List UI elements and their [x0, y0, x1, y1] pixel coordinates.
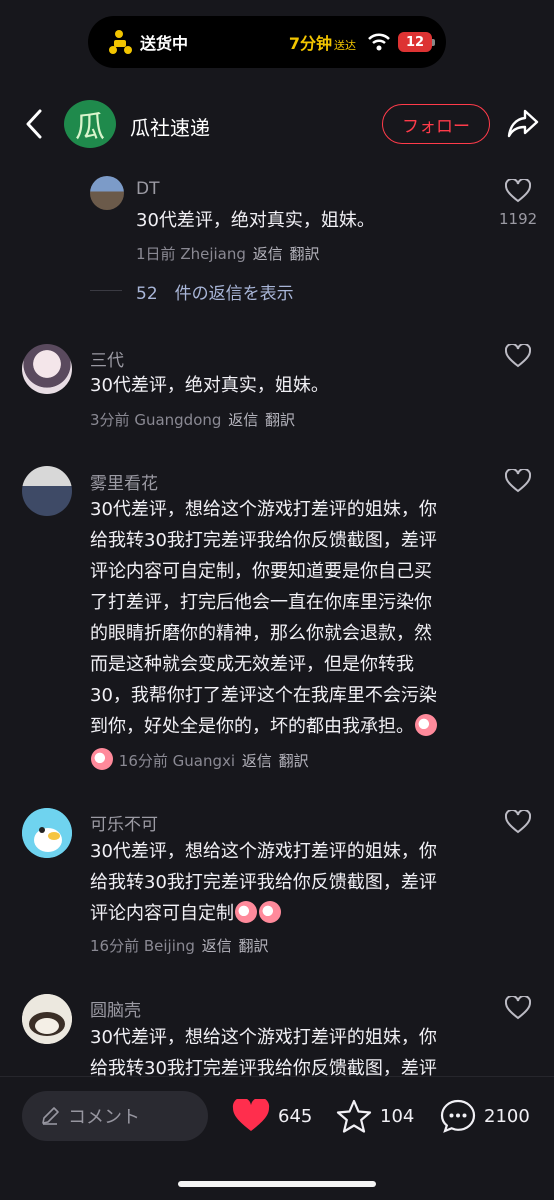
delivery-eta: 7分钟 送达 — [289, 30, 356, 54]
reply-button[interactable]: 返信 — [202, 937, 232, 955]
delivery-scooter-icon — [109, 30, 132, 54]
favorite-count: 104 — [380, 1105, 415, 1127]
comment-text: 30代差评，绝对真实，姐妹。 — [90, 375, 329, 396]
bottom-action-bar: コメント 645 104 2100 — [0, 1076, 554, 1200]
comment-username[interactable]: 可乐不可 — [90, 810, 158, 835]
back-arrow-icon[interactable] — [22, 108, 46, 140]
home-indicator[interactable] — [178, 1181, 376, 1187]
user-avatar[interactable] — [22, 344, 72, 394]
eta-suffix: 送达 — [334, 39, 356, 52]
translate-button[interactable]: 翻訳 — [265, 411, 295, 429]
comment-username[interactable]: 雾里看花 — [90, 469, 158, 494]
comment-count: 2100 — [484, 1105, 530, 1127]
comment-line: 了打差评，打完后他会一直在你库里污染你 — [90, 592, 432, 613]
duck-avatar-icon — [22, 808, 72, 858]
comment-line: 的眼睛折磨你的精神，那么你就会退款，然 — [90, 623, 432, 644]
pencil-icon — [42, 1107, 59, 1125]
view-replies-link[interactable]: 52 件の返信を表示 — [136, 279, 294, 304]
comment-text: 30代差评，想给这个游戏打差评的姐妹，你 给我转30我打完差评我给你反馈截图，差… — [90, 836, 437, 929]
delivery-status-label: 送货中 — [140, 34, 189, 53]
comment-meta: 3分前 Guangdong 返信 翻訳 — [90, 409, 295, 430]
channel-header: 瓜 瓜社速递 フォロー — [0, 96, 554, 152]
favorite-stat[interactable]: 104 — [336, 1099, 414, 1133]
peach-emoji-icon — [235, 901, 257, 923]
live-activity-island[interactable]: 送货中 7分钟 送达 12 — [88, 16, 446, 68]
comment-line: 30，我帮你打了差评这个在我库里不会污染 — [90, 685, 437, 706]
wifi-icon — [368, 33, 390, 51]
channel-avatar[interactable]: 瓜 — [64, 100, 116, 148]
comment-line: 30代差评，想给这个游戏打差评的姐妹，你 — [90, 499, 437, 520]
like-stat[interactable]: 645 — [232, 1099, 312, 1133]
comment-username[interactable]: DT — [136, 179, 159, 199]
peach-emoji-icon — [91, 748, 113, 770]
comment-line: 给我转30我打完差评我给你反馈截图，差评 — [90, 530, 437, 551]
eta-value: 7分钟 — [288, 34, 332, 53]
translate-button[interactable]: 翻訳 — [289, 245, 319, 263]
comment-meta: 16分前 Guangxi 返信 翻訳 — [90, 748, 309, 771]
cartoon-avatar-icon — [22, 994, 72, 1044]
reply-button[interactable]: 返信 — [242, 752, 272, 770]
share-icon[interactable] — [506, 108, 540, 138]
user-avatar[interactable] — [90, 176, 124, 210]
like-heart-icon[interactable] — [505, 810, 531, 834]
comment-text: 30代差评，想给这个游戏打差评的姐妹，你 给我转30我打完差评我给你反馈截图，差… — [90, 1022, 437, 1084]
comment-username[interactable]: 三代 — [90, 346, 124, 371]
peach-emoji-icon — [415, 714, 437, 736]
comment-meta: 16分前 Beijing 返信 翻訳 — [90, 935, 269, 956]
comment-time: 16分前 — [118, 752, 168, 770]
like-heart-icon[interactable] — [505, 179, 531, 203]
battery-level: 12 — [405, 34, 425, 50]
chat-bubble-icon — [440, 1099, 476, 1133]
comment-placeholder: コメント — [68, 1107, 140, 1128]
translate-button[interactable]: 翻訳 — [239, 937, 269, 955]
comment-time: 3分前 — [90, 411, 130, 429]
like-count: 645 — [278, 1105, 313, 1127]
like-heart-icon[interactable] — [505, 469, 531, 493]
peach-emoji-icon — [259, 901, 281, 923]
reply-button[interactable]: 返信 — [253, 245, 283, 263]
comment-line: 而是这种就会变成无效差评，但是你转我 — [90, 654, 414, 675]
comment-time: 16分前 — [90, 937, 140, 955]
comment-location: Zhejiang — [180, 245, 246, 263]
comment-line: 评论内容可自定制 — [90, 903, 234, 924]
follow-button[interactable]: フォロー — [382, 104, 490, 144]
reply-button[interactable]: 返信 — [228, 411, 258, 429]
comment-username[interactable]: 圆脑壳 — [90, 996, 141, 1021]
like-heart-icon[interactable] — [505, 344, 531, 368]
user-avatar[interactable] — [22, 994, 72, 1044]
like-heart-icon[interactable] — [505, 996, 531, 1020]
user-avatar[interactable] — [22, 808, 72, 858]
comment-line: 评论内容可自定制，你要知道要是你自己买 — [90, 561, 432, 582]
replies-divider — [90, 290, 122, 291]
comment-line: 到你，好处全是你的，坏的都由我承担。 — [90, 716, 414, 737]
comment-location: Guangxi — [172, 752, 236, 770]
comment-input[interactable]: コメント — [22, 1091, 208, 1141]
translate-button[interactable]: 翻訳 — [279, 752, 309, 770]
comment-line: 给我转30我打完差评我给你反馈截图，差评 — [90, 872, 437, 893]
comment-location: Guangdong — [134, 411, 222, 429]
comment-time: 1日前 — [136, 245, 176, 263]
comment-stat[interactable]: 2100 — [440, 1099, 530, 1133]
heart-filled-icon — [232, 1099, 270, 1131]
battery-icon: 12 — [398, 32, 435, 52]
comment-meta: 1日前 Zhejiang 返信 翻訳 — [136, 243, 320, 264]
channel-name[interactable]: 瓜社速递 — [130, 112, 210, 141]
comment-text: 30代差评，想给这个游戏打差评的姐妹，你 给我转30我打完差评我给你反馈截图，差… — [90, 494, 438, 742]
comment-location: Beijing — [143, 937, 195, 955]
comment-text: 30代差评，绝对真实，姐妹。 — [136, 210, 375, 231]
comment-line: 30代差评，想给这个游戏打差评的姐妹，你 — [90, 1027, 437, 1048]
star-icon — [336, 1099, 372, 1133]
like-count: 1192 — [499, 210, 538, 228]
comment-line: 30代差评，想给这个游戏打差评的姐妹，你 — [90, 841, 437, 862]
user-avatar[interactable] — [22, 466, 72, 516]
